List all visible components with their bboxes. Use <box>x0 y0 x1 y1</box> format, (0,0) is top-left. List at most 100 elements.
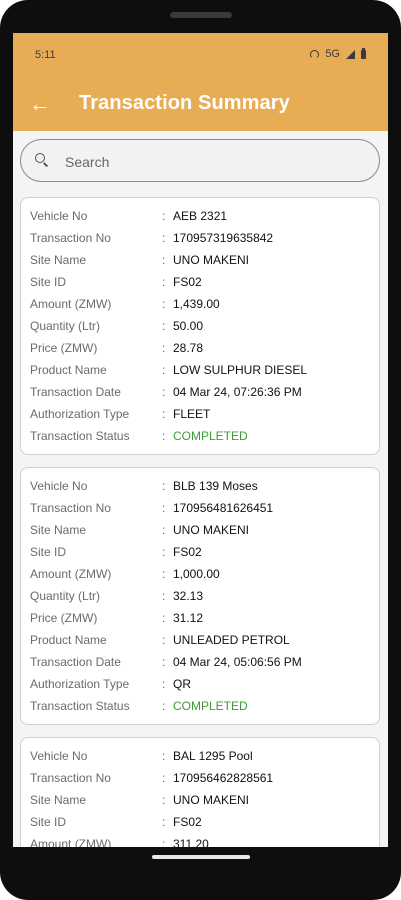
value-transaction-date: 04 Mar 24, 05:06:56 PM <box>173 655 302 669</box>
value-vehicle-no: BAL 1295 Pool <box>173 749 253 763</box>
status-icons: 5G <box>310 47 366 60</box>
battery-icon <box>361 47 366 59</box>
value-site-id: FS02 <box>173 275 202 289</box>
value-amount: 1,439.00 <box>173 297 220 311</box>
search-bar[interactable] <box>20 139 380 182</box>
transaction-card[interactable]: Vehicle No : BAL 1295 Pool Transaction N… <box>20 737 380 847</box>
device-frame: 5:11 5G ← Transaction Summary Search Veh… <box>0 0 401 900</box>
value-transaction-no: 170956462828561 <box>173 771 274 785</box>
label-price: Price (ZMW) <box>30 341 98 355</box>
label-quantity: Quantity (Ltr) <box>30 589 101 603</box>
label-authorization-type: Authorization Type <box>30 677 130 691</box>
page-title: Transaction Summary <box>79 92 290 114</box>
label-amount: Amount (ZMW) <box>30 297 112 311</box>
label-site-name: Site Name <box>30 523 87 537</box>
separator: : <box>162 253 166 267</box>
label-site-name: Site Name <box>30 253 87 267</box>
separator: : <box>162 319 166 333</box>
separator: : <box>162 589 166 603</box>
label-transaction-status: Transaction Status <box>30 429 130 443</box>
value-site-name: UNO MAKENI <box>173 793 250 807</box>
label-transaction-date: Transaction Date <box>30 655 121 669</box>
app-bar: 5:11 5G ← Transaction Summary <box>13 33 388 131</box>
status-bar: 5:11 5G <box>13 33 388 79</box>
separator: : <box>162 429 166 443</box>
value-site-id: FS02 <box>173 815 202 829</box>
search-icon <box>35 153 47 165</box>
label-product-name: Product Name <box>30 363 107 377</box>
separator: : <box>162 677 166 691</box>
label-site-id: Site ID <box>30 545 67 559</box>
separator: : <box>162 771 166 785</box>
value-vehicle-no: BLB 139 Moses <box>173 479 258 493</box>
value-transaction-no: 170956481626451 <box>173 501 274 515</box>
separator: : <box>162 363 166 377</box>
separator: : <box>162 231 166 245</box>
value-vehicle-no: AEB 2321 <box>173 209 228 223</box>
separator: : <box>162 209 166 223</box>
hotspot-icon <box>310 49 320 59</box>
label-amount: Amount (ZMW) <box>30 567 112 581</box>
gesture-nav-bar[interactable] <box>152 855 250 859</box>
separator: : <box>162 523 166 537</box>
signal-icon <box>346 49 355 59</box>
transaction-card[interactable]: Vehicle No : AEB 2321 Transaction No : 1… <box>20 197 380 455</box>
arrow-left-icon: ← <box>29 91 51 116</box>
value-product-name: UNLEADED PETROL <box>173 633 290 647</box>
status-badge: COMPLETED <box>173 429 248 443</box>
app-screen: 5:11 5G ← Transaction Summary Search Veh… <box>13 33 388 847</box>
label-vehicle-no: Vehicle No <box>30 749 88 763</box>
separator: : <box>162 633 166 647</box>
label-amount: Amount (ZMW) <box>30 837 112 847</box>
value-product-name: LOW SULPHUR DIESEL <box>173 363 308 377</box>
separator: : <box>162 545 166 559</box>
separator: : <box>162 837 166 847</box>
transaction-card[interactable]: Vehicle No : BLB 139 Moses Transaction N… <box>20 467 380 725</box>
separator: : <box>162 407 166 421</box>
label-vehicle-no: Vehicle No <box>30 479 88 493</box>
search-input[interactable] <box>63 150 367 174</box>
separator: : <box>162 793 166 807</box>
label-transaction-no: Transaction No <box>30 771 111 785</box>
value-site-id: FS02 <box>173 545 202 559</box>
separator: : <box>162 297 166 311</box>
value-amount: 1,000.00 <box>173 567 220 581</box>
label-transaction-no: Transaction No <box>30 231 111 245</box>
value-amount: 311.20 <box>173 837 209 847</box>
value-quantity: 32.13 <box>173 589 204 603</box>
status-badge: COMPLETED <box>173 699 248 713</box>
label-quantity: Quantity (Ltr) <box>30 319 101 333</box>
speaker-grille <box>170 12 232 18</box>
label-authorization-type: Authorization Type <box>30 407 130 421</box>
label-transaction-status: Transaction Status <box>30 699 130 713</box>
separator: : <box>162 655 166 669</box>
separator: : <box>162 275 166 289</box>
separator: : <box>162 567 166 581</box>
separator: : <box>162 341 166 355</box>
label-product-name: Product Name <box>30 633 107 647</box>
separator: : <box>162 611 166 625</box>
separator: : <box>162 815 166 829</box>
label-site-id: Site ID <box>30 815 67 829</box>
separator: : <box>162 385 166 399</box>
value-price: 28.78 <box>173 341 204 355</box>
value-site-name: UNO MAKENI <box>173 523 250 537</box>
label-site-name: Site Name <box>30 793 87 807</box>
label-site-id: Site ID <box>30 275 67 289</box>
label-price: Price (ZMW) <box>30 611 98 625</box>
back-button[interactable]: ← <box>27 91 53 117</box>
value-transaction-date: 04 Mar 24, 07:26:36 PM <box>173 385 302 399</box>
value-authorization-type: FLEET <box>173 407 211 421</box>
network-type: 5G <box>325 48 340 60</box>
label-vehicle-no: Vehicle No <box>30 209 88 223</box>
value-authorization-type: QR <box>173 677 191 691</box>
label-transaction-no: Transaction No <box>30 501 111 515</box>
separator: : <box>162 749 166 763</box>
separator: : <box>162 501 166 515</box>
value-transaction-no: 170957319635842 <box>173 231 274 245</box>
value-site-name: UNO MAKENI <box>173 253 250 267</box>
label-transaction-date: Transaction Date <box>30 385 121 399</box>
status-time: 5:11 <box>35 49 56 61</box>
separator: : <box>162 479 166 493</box>
separator: : <box>162 699 166 713</box>
